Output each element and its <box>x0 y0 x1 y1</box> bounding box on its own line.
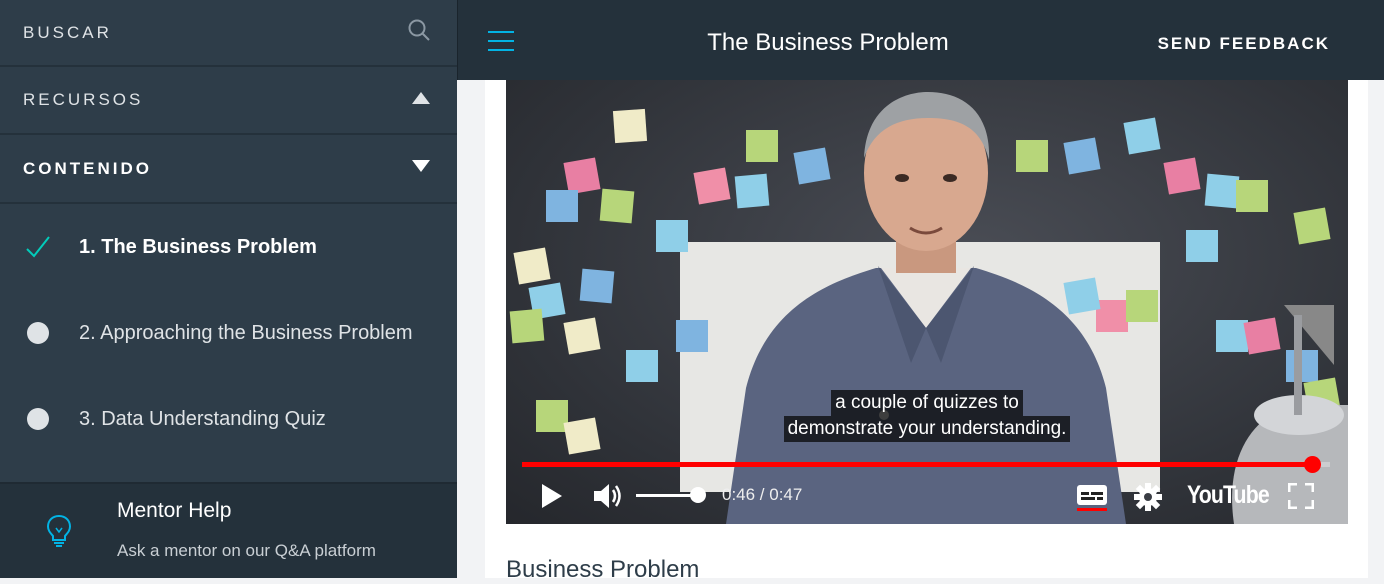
settings-gear-icon[interactable] <box>1134 483 1162 516</box>
sticky-note <box>563 157 601 195</box>
mentor-help-title: Mentor Help <box>117 499 232 522</box>
lesson-label: 1. The Business Problem <box>79 235 317 258</box>
sticky-note <box>513 247 551 285</box>
sticky-note <box>579 268 615 304</box>
video-player[interactable]: a couple of quizzes to demonstrate your … <box>506 80 1348 524</box>
sticky-note <box>563 317 601 355</box>
page-title: The Business Problem <box>707 29 949 56</box>
sticky-note <box>599 188 635 224</box>
caption-line: a couple of quizzes to <box>831 390 1023 416</box>
fullscreen-icon[interactable] <box>1287 482 1315 514</box>
sticky-note <box>1293 207 1331 245</box>
resources-section[interactable]: RECURSOS <box>0 67 457 135</box>
video-time: 0:46 / 0:47 <box>722 485 803 504</box>
lightbulb-icon <box>46 514 72 553</box>
contents-label: CONTENIDO <box>23 158 152 178</box>
lesson-item[interactable]: 1. The Business Problem <box>0 204 457 290</box>
sticky-note <box>626 350 658 382</box>
play-icon[interactable] <box>540 483 564 514</box>
sticky-note <box>612 108 648 144</box>
subtitles-icon[interactable] <box>1076 483 1108 516</box>
section-heading: Business Problem <box>506 556 700 583</box>
checkmark-icon <box>24 233 52 261</box>
chevron-up-icon[interactable] <box>411 91 431 110</box>
lesson-label: 3. Data Understanding Quiz <box>79 407 326 430</box>
mentor-help[interactable]: Mentor Help Ask a mentor on our Q&A plat… <box>0 482 457 578</box>
incomplete-dot-icon <box>27 408 49 430</box>
video-caption: a couple of quizzes to demonstrate your … <box>506 390 1348 442</box>
sticky-note <box>546 190 578 222</box>
resources-label: RECURSOS <box>23 90 144 109</box>
mentor-help-subtitle: Ask a mentor on our Q&A platform <box>117 541 376 560</box>
sidebar: BUSCAR RECURSOS CONTENIDO 1. The Busines… <box>0 0 457 578</box>
sticky-note <box>1186 230 1218 262</box>
lesson-item[interactable]: 3. Data Understanding Quiz <box>0 376 457 462</box>
search-label: BUSCAR <box>23 22 112 42</box>
incomplete-dot-icon <box>27 322 49 344</box>
search-icon[interactable] <box>407 18 431 47</box>
sticky-note <box>1163 157 1201 195</box>
sticky-note <box>1236 180 1268 212</box>
caption-line: demonstrate your understanding. <box>783 416 1071 442</box>
sticky-note <box>509 308 545 344</box>
chevron-down-icon[interactable] <box>411 159 431 178</box>
sticky-note <box>676 320 708 352</box>
send-feedback-button[interactable]: SEND FEEDBACK <box>1158 34 1330 54</box>
sticky-note <box>1204 173 1240 209</box>
volume-slider-handle[interactable] <box>690 487 707 503</box>
presenter-image <box>726 92 1126 524</box>
search-section[interactable]: BUSCAR <box>0 0 457 67</box>
lesson-item[interactable]: 2. Approaching the Business Problem <box>0 290 457 376</box>
contents-section[interactable]: CONTENIDO <box>0 135 457 204</box>
lesson-list: 1. The Business Problem 2. Approaching t… <box>0 204 457 462</box>
video-progress-fill <box>522 462 1313 467</box>
youtube-logo[interactable]: YouTube <box>1187 481 1270 510</box>
sticky-note <box>656 220 688 252</box>
volume-icon[interactable] <box>592 481 624 516</box>
video-controls: 0:46 / 0:47 YouTube <box>506 475 1348 515</box>
lesson-label: 2. Approaching the Business Problem <box>79 321 413 344</box>
top-bar: The Business Problem SEND FEEDBACK <box>457 0 1384 80</box>
